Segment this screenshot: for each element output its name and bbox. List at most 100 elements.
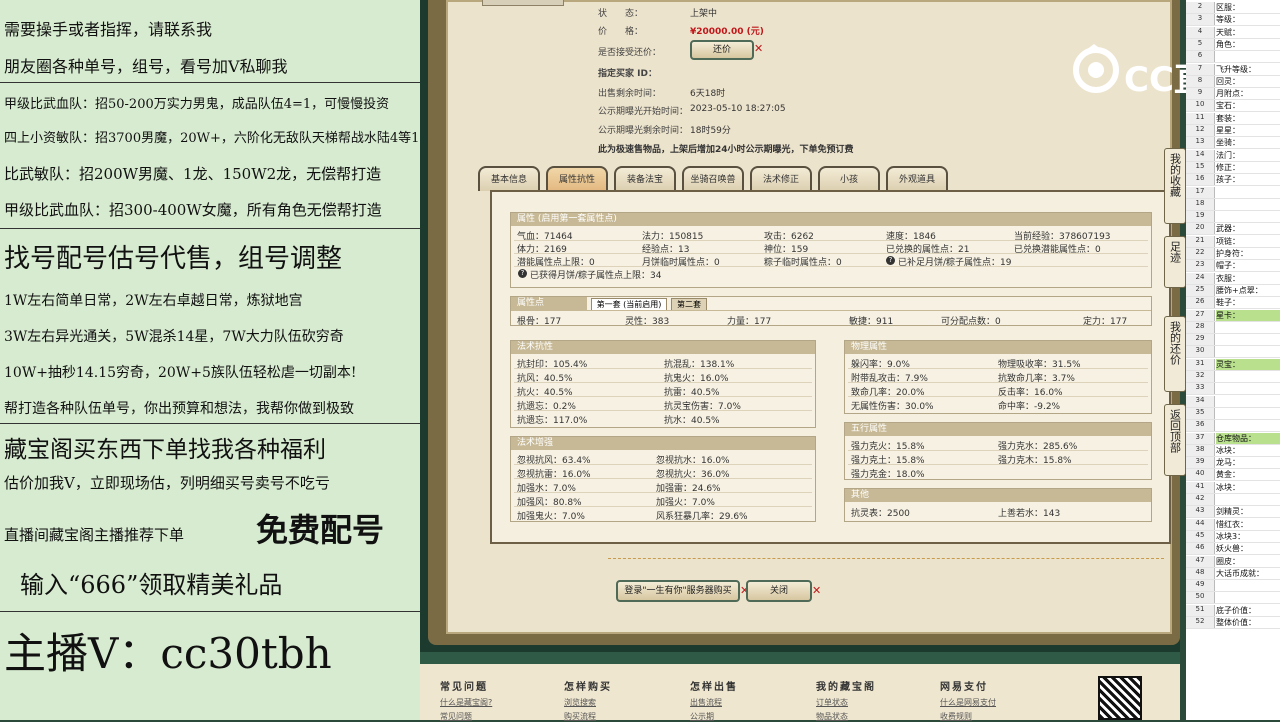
stat-value: 反击率：16.0% bbox=[998, 388, 1063, 398]
sheet-cell[interactable]: 冰块： bbox=[1216, 482, 1280, 493]
sheet-cell[interactable] bbox=[1216, 334, 1280, 345]
row-number: 9 bbox=[1186, 88, 1215, 100]
sheet-cell[interactable] bbox=[1216, 494, 1280, 505]
stat-value: 强力克水：285.6% bbox=[998, 442, 1078, 452]
side-tab-my-bargains[interactable]: 我的还价 bbox=[1164, 316, 1186, 392]
stat-value: 抗遗忘：117.0% bbox=[517, 416, 588, 426]
sheet-cell[interactable] bbox=[1216, 420, 1280, 431]
footer-link[interactable]: 浏览搜索 bbox=[564, 697, 596, 708]
side-tab-history[interactable]: 足迹 bbox=[1164, 236, 1186, 288]
sheet-cell[interactable]: 圈皮： bbox=[1216, 556, 1280, 567]
sheet-cell[interactable]: 月附点： bbox=[1216, 88, 1280, 99]
sheet-cell[interactable]: 飞升等级： bbox=[1216, 64, 1280, 75]
sheet-cell[interactable]: 妖火兽： bbox=[1216, 543, 1280, 554]
footer-link[interactable]: 购买流程 bbox=[564, 711, 596, 722]
row-number: 42 bbox=[1186, 494, 1215, 505]
sheet-cell[interactable]: 天赋： bbox=[1216, 27, 1280, 38]
sheet-cell[interactable]: 套装： bbox=[1216, 113, 1280, 124]
side-tab-back-to-top[interactable]: 返回顶部 bbox=[1164, 404, 1186, 476]
footer-link[interactable]: 订单状态 bbox=[816, 697, 848, 708]
tab-mounts-pets[interactable]: 坐骑召唤兽 bbox=[682, 166, 744, 191]
sheet-cell[interactable] bbox=[1216, 199, 1280, 210]
stat-value: 抗鬼火：16.0% bbox=[664, 374, 729, 384]
sheet-cell[interactable]: 修正： bbox=[1216, 162, 1280, 173]
row-number: 37 bbox=[1186, 432, 1215, 444]
attributes-box: 属性 (启用第一套属性点) 气血：71464 法力：150815 攻击：6262… bbox=[510, 212, 1152, 288]
sheet-cell[interactable]: 底子价值： bbox=[1216, 605, 1280, 616]
stat-value: 强力克火：15.8% bbox=[851, 442, 925, 452]
sheet-cell[interactable] bbox=[1216, 580, 1280, 591]
footer-link[interactable]: 公示期 bbox=[690, 711, 714, 722]
side-tab-label: 我的还价 bbox=[1168, 321, 1182, 365]
sheet-cell[interactable]: 星卡： bbox=[1216, 309, 1280, 321]
side-tab-favorites[interactable]: 我的收藏 bbox=[1164, 148, 1186, 224]
sheet-cell[interactable] bbox=[1216, 187, 1280, 198]
table-row: 加强水：7.0% 加强雷：24.6% bbox=[514, 480, 812, 494]
footer-link[interactable]: 什么是网易支付 bbox=[940, 697, 996, 708]
sheet-cell[interactable]: 黄金： bbox=[1216, 469, 1280, 480]
sheet-cell[interactable]: 角色： bbox=[1216, 39, 1280, 50]
sheet-cell[interactable]: 灵宝： bbox=[1216, 358, 1280, 370]
sheet-cell[interactable]: 腰饰+点翠： bbox=[1216, 285, 1280, 296]
tab-basic-info[interactable]: 基本信息 bbox=[478, 166, 540, 191]
sheet-cell[interactable] bbox=[1216, 346, 1280, 357]
footer-link[interactable]: 什么是藏宝阁? bbox=[440, 697, 492, 708]
sheet-cell[interactable]: 坐骑： bbox=[1216, 137, 1280, 148]
row-number: 30 bbox=[1186, 346, 1215, 358]
sheet-cell[interactable] bbox=[1216, 211, 1280, 222]
sheet-cell[interactable] bbox=[1216, 396, 1280, 407]
close-button[interactable]: 关闭 bbox=[746, 580, 812, 602]
login-purchase-button[interactable]: 登录"一生有你"服务器购买 bbox=[616, 580, 740, 602]
divider bbox=[0, 423, 420, 424]
table-row: ? 已获得月饼/粽子属性点上限：34 bbox=[514, 267, 1148, 281]
sheet-cell[interactable]: 星星： bbox=[1216, 125, 1280, 136]
sheet-cell[interactable]: 帽子： bbox=[1216, 260, 1280, 271]
bargain-button[interactable]: 还价 bbox=[690, 40, 754, 60]
sheet-cell[interactable]: 回灵： bbox=[1216, 76, 1280, 87]
sheet-cell[interactable] bbox=[1216, 408, 1280, 419]
tab-child[interactable]: 小孩 bbox=[818, 166, 880, 191]
sheet-cell[interactable]: 整体价值： bbox=[1216, 617, 1280, 628]
footer-link[interactable]: 收费规则 bbox=[940, 711, 972, 722]
sheet-cell[interactable]: 冰块3： bbox=[1216, 531, 1280, 542]
tab-equipment[interactable]: 装备法宝 bbox=[614, 166, 676, 191]
sheet-cell[interactable]: 项链： bbox=[1216, 236, 1280, 247]
sheet-cell[interactable]: 宝石： bbox=[1216, 100, 1280, 111]
row-number: 13 bbox=[1186, 137, 1215, 149]
divider bbox=[608, 558, 1164, 560]
promo-line: 直播间藏宝阁主播推荐下单 bbox=[4, 526, 185, 544]
sheet-cell[interactable]: 等级： bbox=[1216, 14, 1280, 25]
footer-link[interactable]: 物品状态 bbox=[816, 711, 848, 722]
help-icon[interactable]: ? bbox=[886, 256, 895, 265]
sheet-cell[interactable] bbox=[1216, 371, 1280, 382]
sheet-cell[interactable] bbox=[1216, 51, 1280, 62]
sheet-cell[interactable]: 大话币成就： bbox=[1216, 568, 1280, 579]
sheet-cell[interactable]: 衣服： bbox=[1216, 273, 1280, 284]
sheet-cell[interactable]: 冰块： bbox=[1216, 445, 1280, 456]
stat-value: 抗雷：40.5% bbox=[664, 388, 720, 398]
sheet-cell[interactable]: 龙马： bbox=[1216, 457, 1280, 468]
table-row: 潜能属性点上限：0 月饼临时属性点：0 粽子临时属性点：0 ? 已补足月饼/粽子… bbox=[514, 254, 1148, 268]
footer-link[interactable]: 常见问题 bbox=[440, 711, 472, 722]
sheet-cell[interactable]: 孩子： bbox=[1216, 174, 1280, 185]
tab-appearance[interactable]: 外观道具 bbox=[886, 166, 948, 191]
row-number: 34 bbox=[1186, 395, 1215, 407]
sheet-cell[interactable]: 法门： bbox=[1216, 150, 1280, 161]
table-row: 抗封印：105.4% 抗混乱：138.1% bbox=[514, 356, 812, 370]
sheet-cell[interactable]: 剑精灵： bbox=[1216, 506, 1280, 517]
sheet-cell[interactable]: 仓库物品： bbox=[1216, 432, 1280, 444]
help-icon[interactable]: ? bbox=[518, 269, 527, 278]
streamer-contact: 主播V：cc30tbh bbox=[4, 629, 332, 678]
sheet-cell[interactable]: 区服： bbox=[1216, 2, 1280, 13]
sheet-cell[interactable]: 惜红衣： bbox=[1216, 519, 1280, 530]
sheet-cell[interactable]: 武器： bbox=[1216, 223, 1280, 234]
sheet-cell[interactable] bbox=[1216, 322, 1280, 333]
tab-attributes[interactable]: 属性抗性 bbox=[546, 166, 608, 191]
tab-spell-mods[interactable]: 法术修正 bbox=[750, 166, 812, 191]
sheet-cell[interactable] bbox=[1216, 592, 1280, 603]
sheet-cell[interactable] bbox=[1216, 383, 1280, 394]
close-icon: ✕ bbox=[754, 42, 764, 55]
footer-link[interactable]: 出售流程 bbox=[690, 697, 722, 708]
sheet-cell[interactable]: 护身符： bbox=[1216, 248, 1280, 259]
sheet-cell[interactable]: 鞋子： bbox=[1216, 297, 1280, 308]
